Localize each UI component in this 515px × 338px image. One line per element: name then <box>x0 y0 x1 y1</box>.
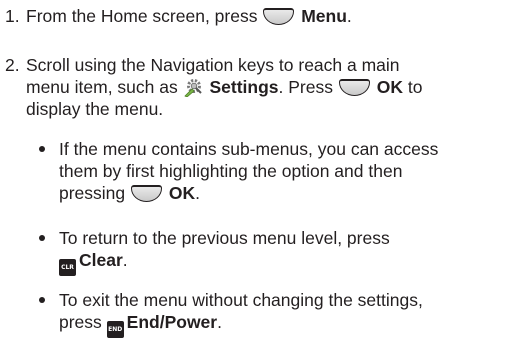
bullet-text: pressing <box>59 183 126 203</box>
step-text: . Press <box>278 77 333 97</box>
step-text: display the menu. <box>26 99 164 119</box>
bullet-text: To exit the menu without changing the se… <box>59 290 423 310</box>
bullet-text: them by first highlighting the option an… <box>59 161 403 181</box>
bullet-icon <box>39 235 45 241</box>
bullet-icon <box>39 297 45 303</box>
softkey-icon <box>338 79 370 96</box>
step-text: menu item, such as <box>26 77 178 97</box>
clr-key-icon: CLR <box>59 259 76 276</box>
step-number: 1. <box>5 6 20 26</box>
punctuation: . <box>195 183 201 203</box>
bullet-text: press <box>59 312 102 332</box>
step-1: 1. From the Home screen, press Menu. <box>5 6 352 26</box>
bullet-3-line-1: To exit the menu without changing the se… <box>59 290 423 310</box>
bullet-1-line-1: If the menu contains sub-menus, you can … <box>59 139 438 159</box>
punctuation: . <box>122 250 128 270</box>
bullet-2-line-2: CLR Clear. <box>59 250 128 276</box>
step-text: Scroll using the Navigation keys to reac… <box>26 55 400 75</box>
step-text: to <box>407 77 423 97</box>
menu-key-label: Menu <box>301 6 347 26</box>
step-number: 2. <box>5 55 20 75</box>
clear-key-label: Clear <box>79 250 123 270</box>
bullet-2-line-1: To return to the previous menu level, pr… <box>59 228 390 248</box>
bullet-text: If the menu contains sub-menus, you can … <box>59 139 439 159</box>
bullet-1-line-3: pressing OK. <box>59 183 200 203</box>
end-power-key-icon: END <box>106 321 124 338</box>
step-text: From the Home screen, press <box>26 6 258 26</box>
end-power-key-label: End/Power <box>126 312 218 332</box>
step-2-line-2: menu item, such as Settings. Press OK to <box>26 77 422 97</box>
settings-label: Settings <box>209 77 279 97</box>
instruction-page: 1. From the Home screen, press Menu. 2. Sc… <box>0 0 515 338</box>
bullet-1-line-2: them by first highlighting the option an… <box>59 161 402 181</box>
bullet-3-line-2: press END End/Power. <box>59 312 222 338</box>
bullet-icon <box>39 146 45 152</box>
ok-key-label: OK <box>376 77 403 97</box>
settings-icon <box>183 79 202 97</box>
step-2-line-3: display the menu. <box>26 99 163 119</box>
softkey-icon <box>263 8 295 25</box>
ok-key-label: OK <box>168 183 196 203</box>
punctuation: . <box>217 312 222 332</box>
step-2-line-1: 2. Scroll using the Navigation keys to re… <box>5 55 400 75</box>
softkey-icon <box>131 185 163 202</box>
bullet-text: To return to the previous menu level, pr… <box>59 228 390 248</box>
punctuation: . <box>346 6 352 26</box>
